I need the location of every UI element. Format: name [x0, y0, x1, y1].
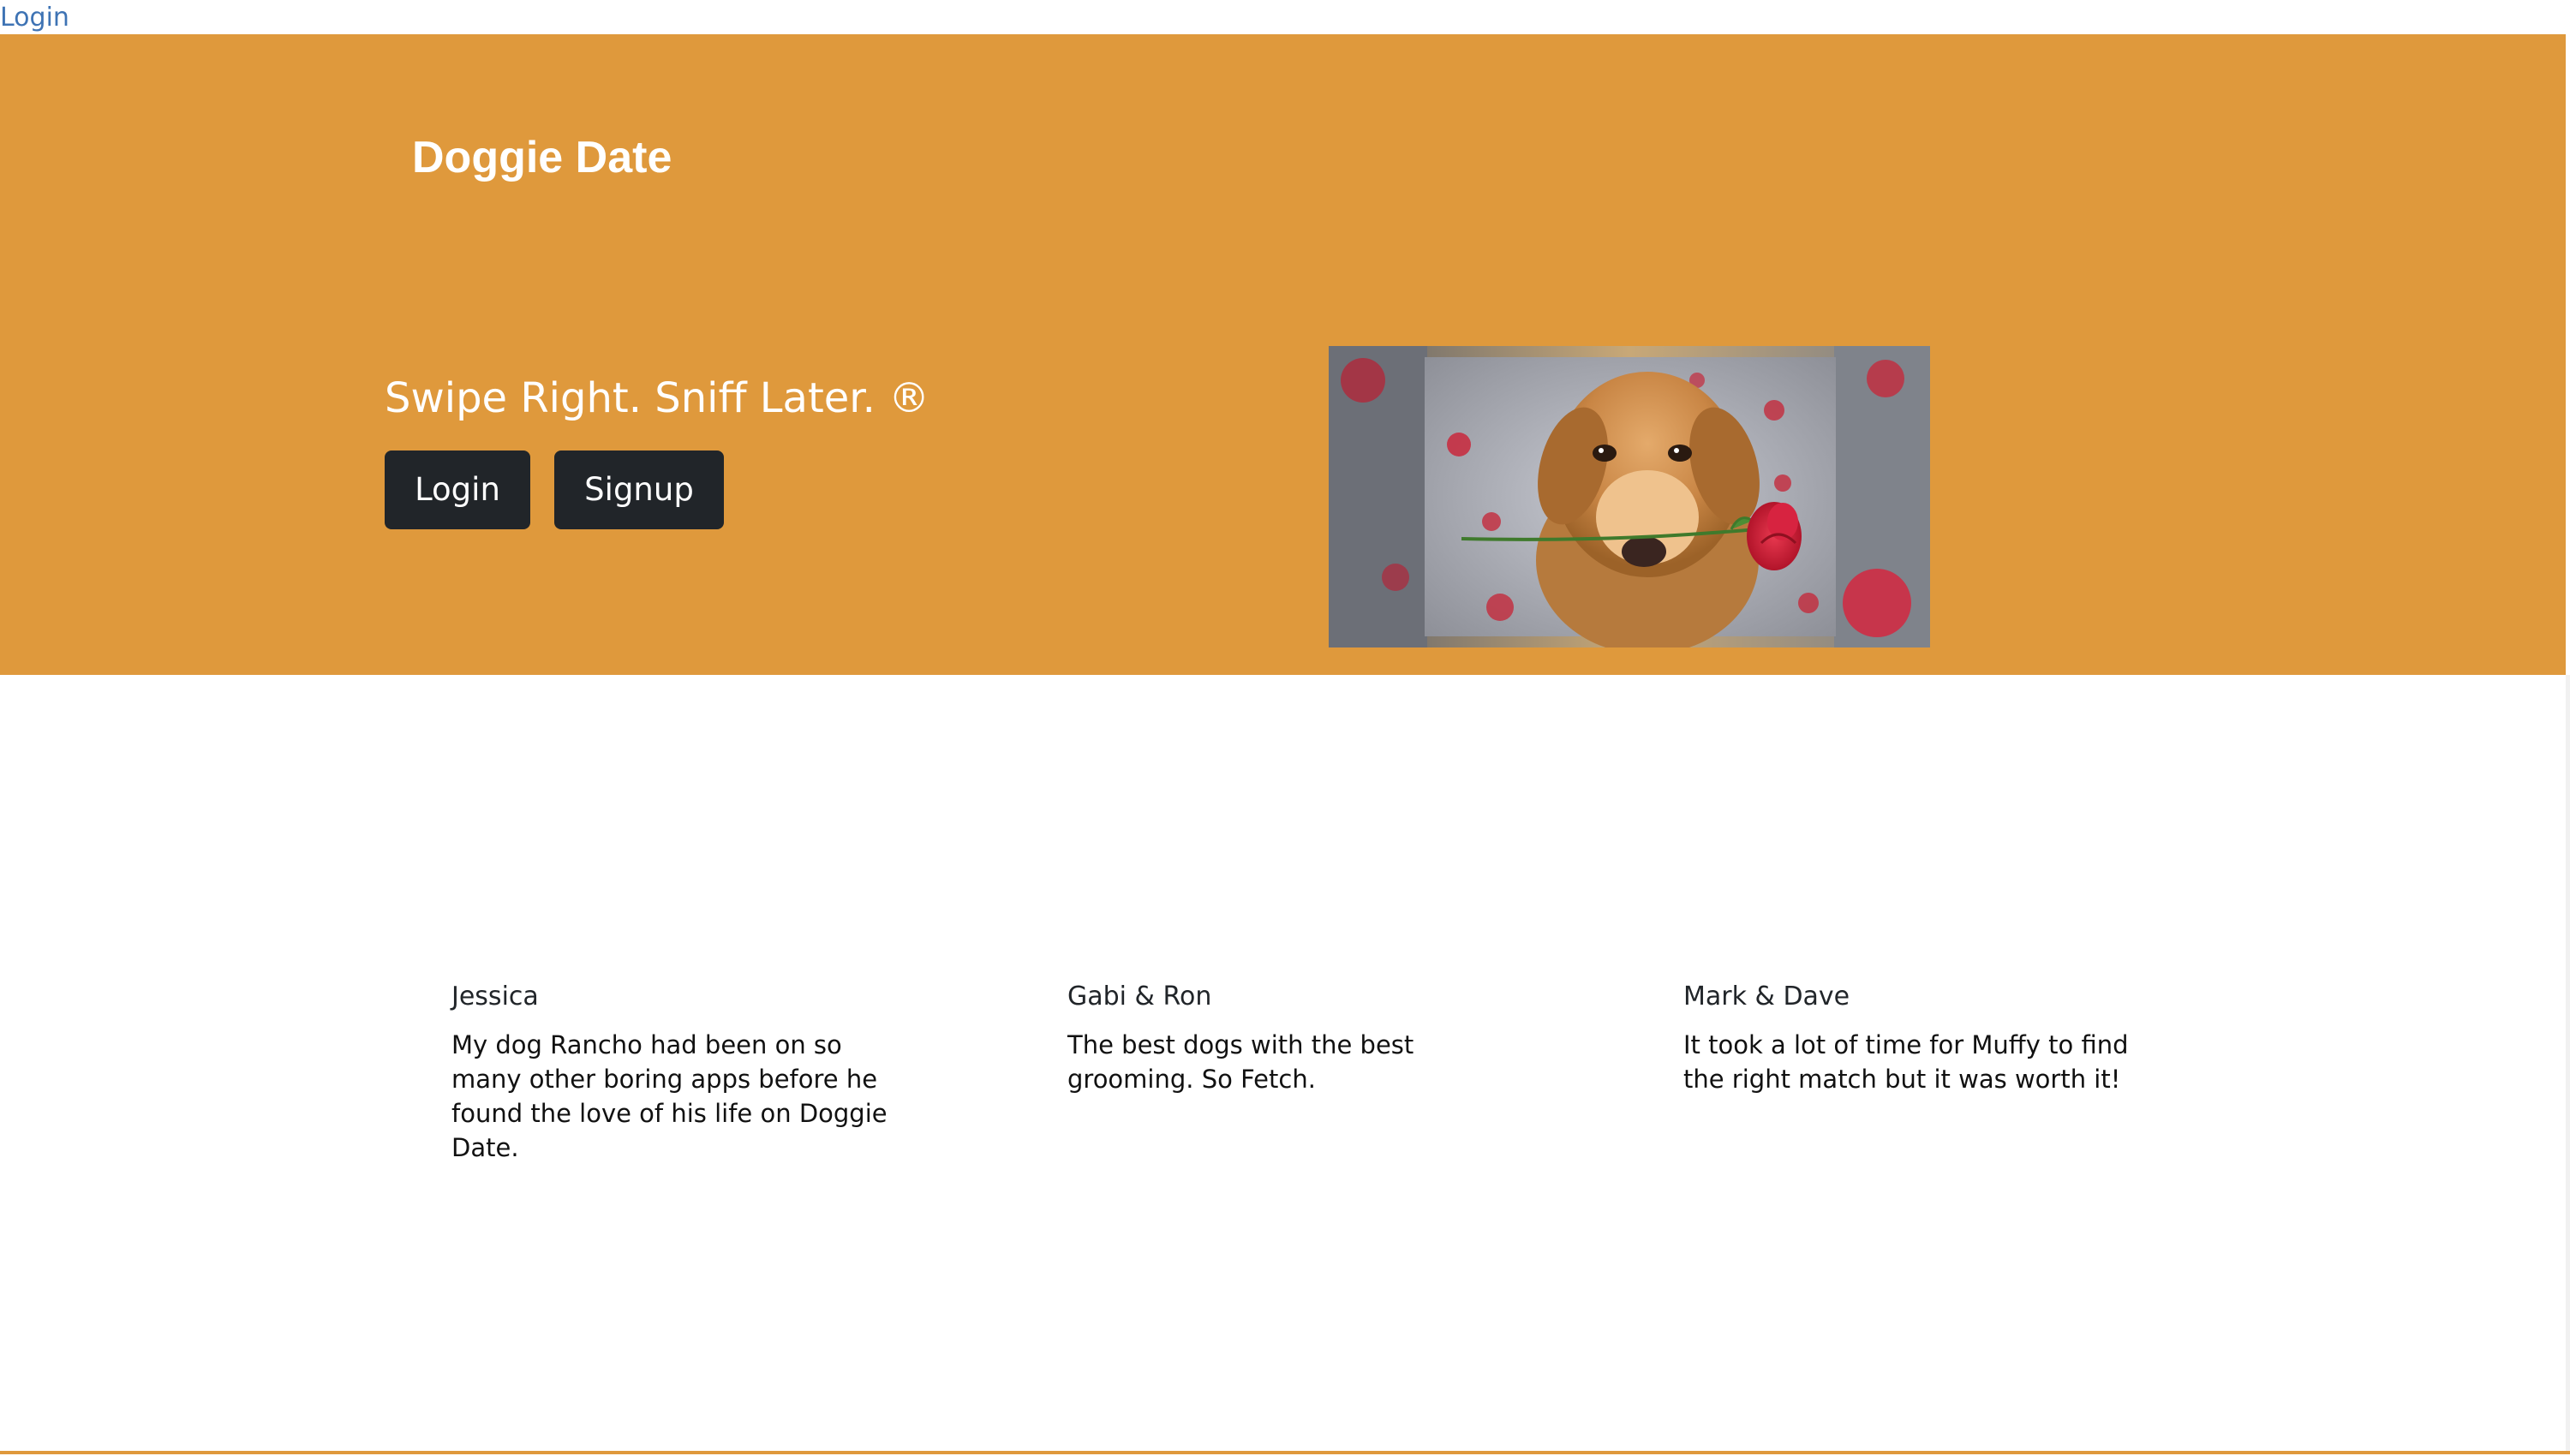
testimonial-quote: It took a lot of time for Muffy to find … — [1683, 1030, 2129, 1094]
top-login-link[interactable]: Login — [0, 2, 69, 34]
footer-divider — [0, 1451, 2570, 1454]
dog-with-rose-image — [1329, 346, 1930, 647]
signup-button[interactable]: Signup — [554, 451, 724, 529]
page: Login Doggie Date Swipe Right. Sniff Lat… — [0, 0, 2570, 1456]
testimonial-name: Mark & Dave — [1683, 982, 1850, 1011]
scrollbar-track[interactable] — [2566, 675, 2570, 1451]
testimonial-name: Jessica — [451, 982, 539, 1011]
testimonial-card: Jessica My dog Rancho had been on so man… — [451, 959, 897, 1165]
testimonial-quote: The best dogs with the best grooming. So… — [1067, 1030, 1414, 1094]
hero-tagline: Swipe Right. Sniff Later. ® — [385, 374, 930, 422]
testimonial-quote: My dog Rancho had been on so many other … — [451, 1030, 888, 1162]
testimonial-card: Gabi & Ron The best dogs with the best g… — [1067, 959, 1513, 1096]
login-button[interactable]: Login — [385, 451, 530, 529]
hero-banner: Doggie Date Swipe Right. Sniff Later. ® … — [0, 34, 2566, 675]
brand-title: Doggie Date — [412, 133, 672, 182]
testimonial-card: Mark & Dave It took a lot of time for Mu… — [1683, 959, 2129, 1096]
testimonial-name: Gabi & Ron — [1067, 982, 1212, 1011]
